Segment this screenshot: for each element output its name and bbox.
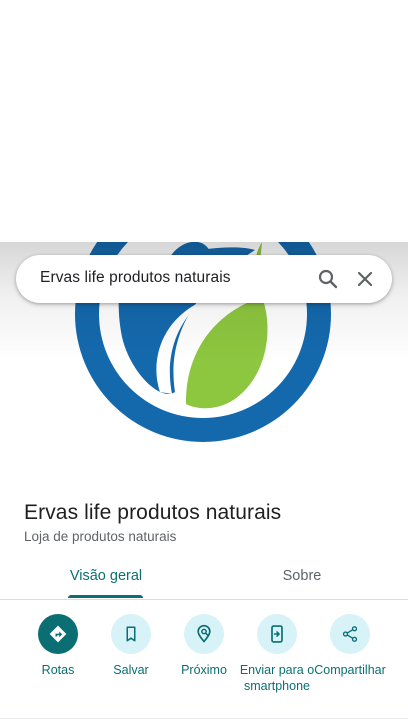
nearby-button[interactable]: Próximo (162, 614, 246, 678)
tab-about[interactable]: Sobre (252, 568, 352, 584)
save-label: Salvar (113, 663, 149, 677)
nearby-label: Próximo (181, 663, 227, 677)
send-to-phone-label: Enviar para o smartphone (239, 663, 315, 693)
bookmark-icon (126, 626, 136, 642)
directions-icon (49, 625, 67, 643)
share-icon (342, 626, 358, 642)
tab-overview[interactable]: Visão geral (52, 568, 160, 584)
send-to-phone-icon (271, 625, 283, 643)
tab-selected-indicator (68, 595, 143, 598)
place-tabs: Visão geral Sobre (0, 555, 408, 600)
search-bar[interactable]: Ervas life produtos naturais (16, 255, 392, 303)
nearby-icon (197, 624, 211, 643)
place-title: Ervas life produtos naturais (24, 501, 282, 524)
directions-button[interactable]: Rotas (16, 614, 100, 678)
search-icon[interactable] (316, 267, 340, 291)
send-to-phone-button[interactable]: Enviar para o smartphone (235, 614, 319, 694)
share-button[interactable]: Compartilhar (308, 614, 392, 678)
map-area[interactable] (0, 0, 408, 242)
share-label: Compartilhar (314, 663, 386, 677)
search-input[interactable]: Ervas life produtos naturais (40, 269, 231, 287)
action-buttons-row: Rotas Salvar Próximo Enviar para o smart… (0, 602, 408, 722)
save-button[interactable]: Salvar (89, 614, 173, 678)
place-category[interactable]: Loja de produtos naturais (24, 529, 176, 544)
directions-label: Rotas (41, 663, 75, 677)
close-icon[interactable] (353, 267, 377, 291)
bottom-divider (0, 718, 408, 719)
